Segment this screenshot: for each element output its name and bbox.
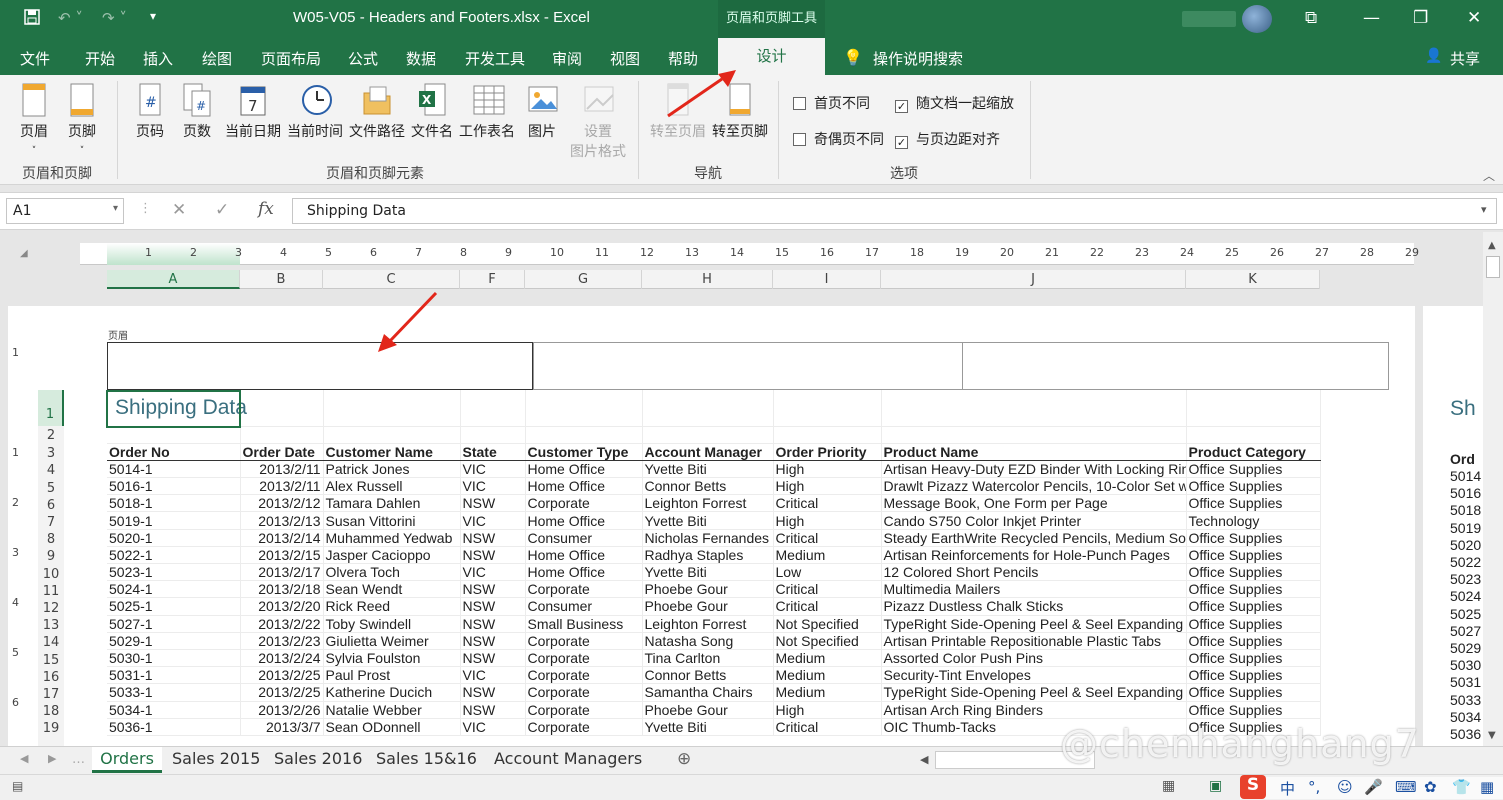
watermark: @chenhanghang7 bbox=[1060, 722, 1420, 766]
annotation-arrows bbox=[378, 70, 736, 352]
arrow-to-header-box bbox=[388, 291, 438, 343]
arrow-to-design-tab bbox=[667, 77, 723, 118]
